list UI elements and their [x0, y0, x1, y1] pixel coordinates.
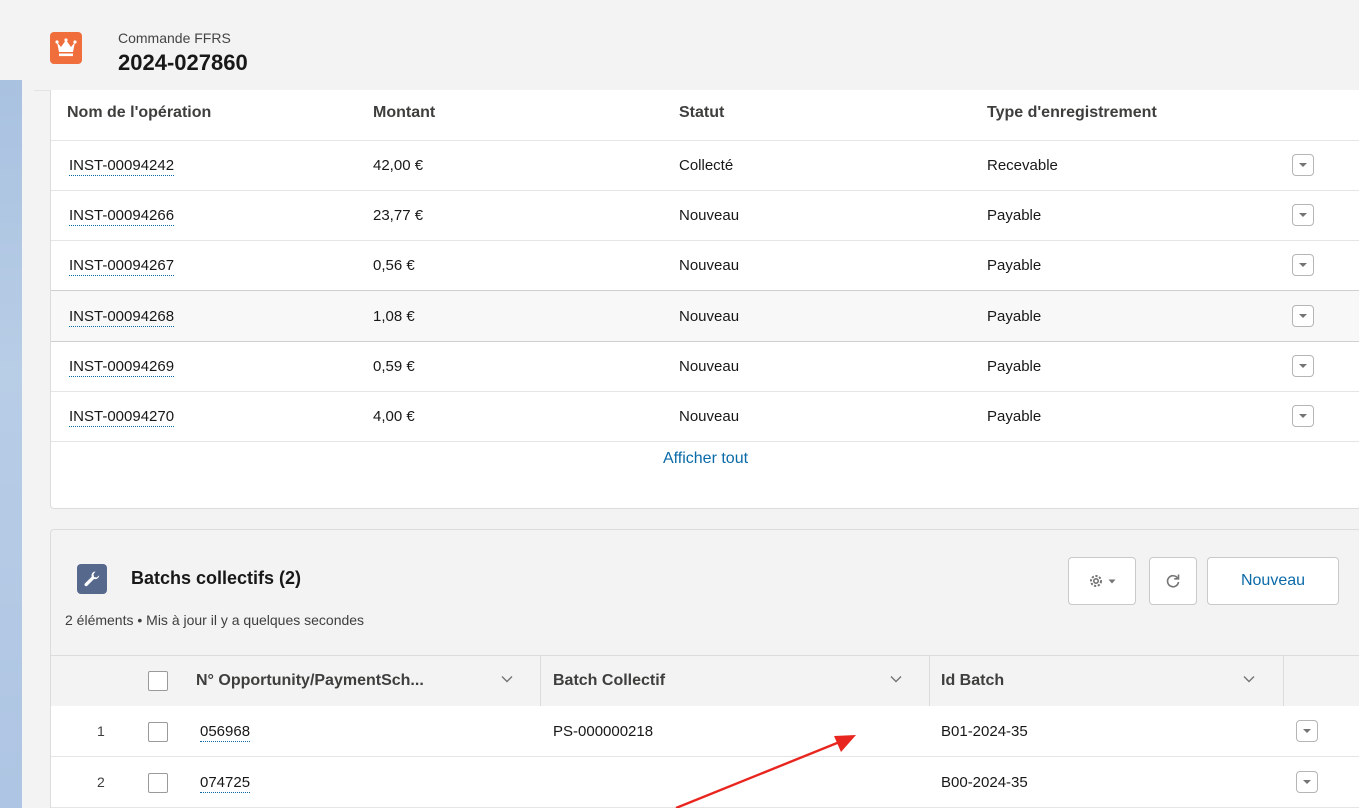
id-batch-value: B01-2024-35: [941, 723, 1028, 740]
gear-icon: [1090, 575, 1102, 587]
table-row: INST-00094268 1,08 € Nouveau Payable: [51, 290, 1359, 342]
refresh-icon: [1166, 574, 1180, 588]
chevron-down-icon: [1299, 364, 1307, 368]
batches-list: Batchs collectifs (2) 2 éléments • Mis à…: [50, 529, 1359, 808]
record-type-link[interactable]: Payable: [987, 257, 1041, 274]
row-actions-button[interactable]: [1292, 355, 1314, 377]
column-header-operation-name: Nom de l'opération: [67, 104, 212, 121]
batch-link[interactable]: PS-000000218: [553, 723, 653, 740]
refresh-button[interactable]: [1149, 557, 1197, 605]
record-title: 2024-027860: [118, 50, 248, 75]
table-row: 1 056968 PS-000000218 B01-2024-35: [51, 706, 1359, 757]
amount-value: 4,00 €: [373, 408, 415, 425]
operations-table-header: Nom de l'opération Montant Statut Type d…: [51, 90, 1359, 141]
crown-icon: [50, 32, 82, 64]
record-type-link[interactable]: Payable: [987, 308, 1041, 325]
operation-link[interactable]: INST-00094267: [69, 257, 175, 276]
chevron-down-icon: [1299, 213, 1307, 217]
status-value: Nouveau: [679, 358, 740, 375]
record-header: Commande FFRS 2024-027860: [34, 0, 1359, 91]
row-checkbox[interactable]: [148, 722, 168, 742]
row-actions-button[interactable]: [1292, 405, 1314, 427]
row-number: 2: [97, 774, 105, 790]
chevron-down-icon: [1299, 263, 1307, 267]
column-header-opportunity[interactable]: N° Opportunity/PaymentSch...: [196, 656, 424, 706]
operations-list: Nom de l'opération Montant Statut Type d…: [50, 90, 1359, 509]
column-header-record-type: Type d'enregistrement: [987, 104, 1157, 121]
list-settings-button[interactable]: [1068, 557, 1136, 605]
select-all-checkbox[interactable]: [148, 671, 168, 691]
left-background-stripe: [0, 80, 22, 808]
chevron-down-icon: [1299, 163, 1307, 167]
id-batch-value: B00-2024-35: [941, 774, 1028, 791]
column-header-batch[interactable]: Batch Collectif: [553, 656, 665, 706]
record-type-link[interactable]: Payable: [987, 408, 1041, 425]
table-row: INST-00094270 4,00 € Nouveau Payable: [51, 391, 1359, 442]
table-row: INST-00094266 23,77 € Nouveau Payable: [51, 190, 1359, 241]
column-header-amount: Montant: [373, 104, 436, 121]
status-value: Collecté: [679, 157, 734, 174]
new-button[interactable]: Nouveau: [1207, 557, 1339, 605]
operation-link[interactable]: INST-00094242: [69, 157, 175, 176]
show-all-link[interactable]: Afficher tout: [51, 450, 1359, 468]
opportunity-link[interactable]: 074725: [200, 774, 251, 793]
operation-link[interactable]: INST-00094270: [69, 408, 175, 427]
table-row: INST-00094269 0,59 € Nouveau Payable: [51, 341, 1359, 392]
record-type-label: Commande FFRS: [118, 30, 231, 46]
amount-value: 0,59 €: [373, 358, 415, 375]
table-row: INST-00094242 42,00 € Collecté Recevable: [51, 140, 1359, 191]
column-divider: [540, 656, 541, 706]
record-type-link[interactable]: Payable: [987, 358, 1041, 375]
chevron-down-icon: [1299, 414, 1307, 418]
column-header-id-batch[interactable]: Id Batch: [941, 656, 1004, 706]
row-actions-button[interactable]: [1292, 254, 1314, 276]
batches-summary: 2 éléments • Mis à jour il y a quelques …: [65, 612, 365, 628]
amount-value: 42,00 €: [373, 157, 424, 174]
status-value: Nouveau: [679, 207, 740, 224]
chevron-down-icon: [1299, 314, 1307, 318]
record-page: Commande FFRS 2024-027860 Nom de l'opéra…: [0, 0, 1359, 808]
chevron-down-icon[interactable]: [1242, 672, 1256, 686]
status-value: Nouveau: [679, 308, 740, 325]
row-actions-button[interactable]: [1292, 305, 1314, 327]
row-actions-button[interactable]: [1292, 154, 1314, 176]
amount-value: 23,77 €: [373, 207, 424, 224]
operation-link[interactable]: INST-00094268: [69, 308, 175, 327]
column-header-status: Statut: [679, 104, 725, 121]
row-actions-button[interactable]: [1296, 720, 1318, 742]
row-number: 1: [97, 723, 105, 739]
row-actions-button[interactable]: [1292, 204, 1314, 226]
row-checkbox[interactable]: [148, 773, 168, 793]
chevron-down-icon[interactable]: [500, 672, 514, 686]
operation-link[interactable]: INST-00094269: [69, 358, 175, 377]
column-divider: [1283, 656, 1284, 706]
chevron-down-icon[interactable]: [889, 672, 903, 686]
operation-link[interactable]: INST-00094266: [69, 207, 175, 226]
opportunity-link[interactable]: 056968: [200, 723, 251, 742]
status-value: Nouveau: [679, 408, 740, 425]
table-row: INST-00094267 0,56 € Nouveau Payable: [51, 240, 1359, 291]
amount-value: 1,08 €: [373, 308, 415, 325]
column-divider: [929, 656, 930, 706]
chevron-down-icon: [1108, 579, 1116, 583]
amount-value: 0,56 €: [373, 257, 415, 274]
row-actions-button[interactable]: [1296, 771, 1318, 793]
table-row: 2 074725 B00-2024-35: [51, 757, 1359, 808]
wrench-icon: [77, 564, 107, 594]
chevron-down-icon: [1303, 780, 1311, 784]
batches-table-header: N° Opportunity/PaymentSch... Batch Colle…: [51, 655, 1359, 707]
batches-title[interactable]: Batchs collectifs (2): [131, 568, 301, 589]
record-type-link[interactable]: Payable: [987, 207, 1041, 224]
record-type-link[interactable]: Recevable: [987, 157, 1058, 174]
status-value: Nouveau: [679, 257, 740, 274]
chevron-down-icon: [1303, 729, 1311, 733]
